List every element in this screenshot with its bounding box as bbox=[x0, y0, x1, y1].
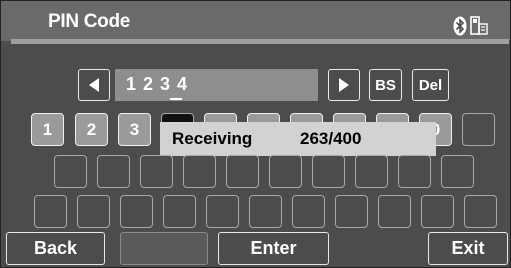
key-blank[interactable] bbox=[77, 195, 110, 228]
title-bar: PIN Code bbox=[1, 1, 510, 41]
key-label: 2 bbox=[86, 119, 97, 139]
arrow-right-icon bbox=[339, 78, 349, 92]
key-blank[interactable] bbox=[120, 195, 153, 228]
page-title: PIN Code bbox=[48, 11, 131, 32]
arrow-left-icon bbox=[89, 78, 99, 92]
key-blank[interactable] bbox=[34, 195, 67, 228]
key-blank[interactable] bbox=[462, 113, 495, 146]
key-2[interactable]: 2 bbox=[75, 113, 108, 146]
exit-label: Exit bbox=[451, 238, 485, 258]
key-blank[interactable] bbox=[464, 195, 497, 228]
back-button[interactable]: Back bbox=[6, 232, 105, 265]
receiving-progress: 263/400 bbox=[300, 129, 362, 148]
pin-code-screen: PIN Code 1 2 3 4 BS Del 1 2 3 Receiving … bbox=[0, 0, 511, 268]
key-blank[interactable] bbox=[312, 155, 345, 188]
blank-button[interactable] bbox=[120, 232, 208, 265]
key-blank[interactable] bbox=[292, 195, 325, 228]
receiving-popup: Receiving 263/400 bbox=[160, 122, 436, 156]
enter-button[interactable]: Enter bbox=[218, 232, 329, 265]
key-label: 3 bbox=[129, 119, 140, 139]
pin-value: 1 2 3 4 bbox=[126, 74, 189, 94]
key-blank[interactable] bbox=[163, 195, 196, 228]
key-blank[interactable] bbox=[398, 155, 431, 188]
key-blank[interactable] bbox=[183, 155, 216, 188]
cursor-right-button[interactable] bbox=[328, 69, 360, 101]
cursor-left-button[interactable] bbox=[78, 69, 110, 101]
delete-button[interactable]: Del bbox=[412, 69, 449, 101]
key-label: 1 bbox=[42, 119, 53, 139]
key-blank[interactable] bbox=[140, 155, 173, 188]
title-divider bbox=[11, 39, 509, 44]
backspace-label: BS bbox=[375, 76, 396, 94]
key-blank[interactable] bbox=[226, 155, 259, 188]
key-3[interactable]: 3 bbox=[118, 113, 151, 146]
back-label: Back bbox=[33, 238, 78, 258]
key-blank[interactable] bbox=[206, 195, 239, 228]
key-blank[interactable] bbox=[355, 155, 388, 188]
key-blank[interactable] bbox=[269, 155, 302, 188]
bluetooth-icon bbox=[453, 16, 467, 36]
key-blank[interactable] bbox=[335, 195, 368, 228]
key-blank[interactable] bbox=[54, 155, 87, 188]
text-cursor bbox=[170, 98, 182, 100]
key-blank[interactable] bbox=[97, 155, 130, 188]
pin-input[interactable]: 1 2 3 4 bbox=[115, 69, 318, 101]
key-1[interactable]: 1 bbox=[31, 113, 64, 146]
phone-icon bbox=[470, 16, 488, 35]
receiving-label: Receiving bbox=[172, 129, 253, 148]
key-blank[interactable] bbox=[421, 195, 454, 228]
key-blank[interactable] bbox=[441, 155, 474, 188]
enter-label: Enter bbox=[250, 238, 297, 258]
key-blank[interactable] bbox=[378, 195, 411, 228]
status-icons bbox=[453, 16, 493, 36]
backspace-button[interactable]: BS bbox=[369, 69, 402, 101]
delete-label: Del bbox=[418, 76, 443, 94]
exit-button[interactable]: Exit bbox=[428, 232, 508, 265]
key-blank[interactable] bbox=[249, 195, 282, 228]
